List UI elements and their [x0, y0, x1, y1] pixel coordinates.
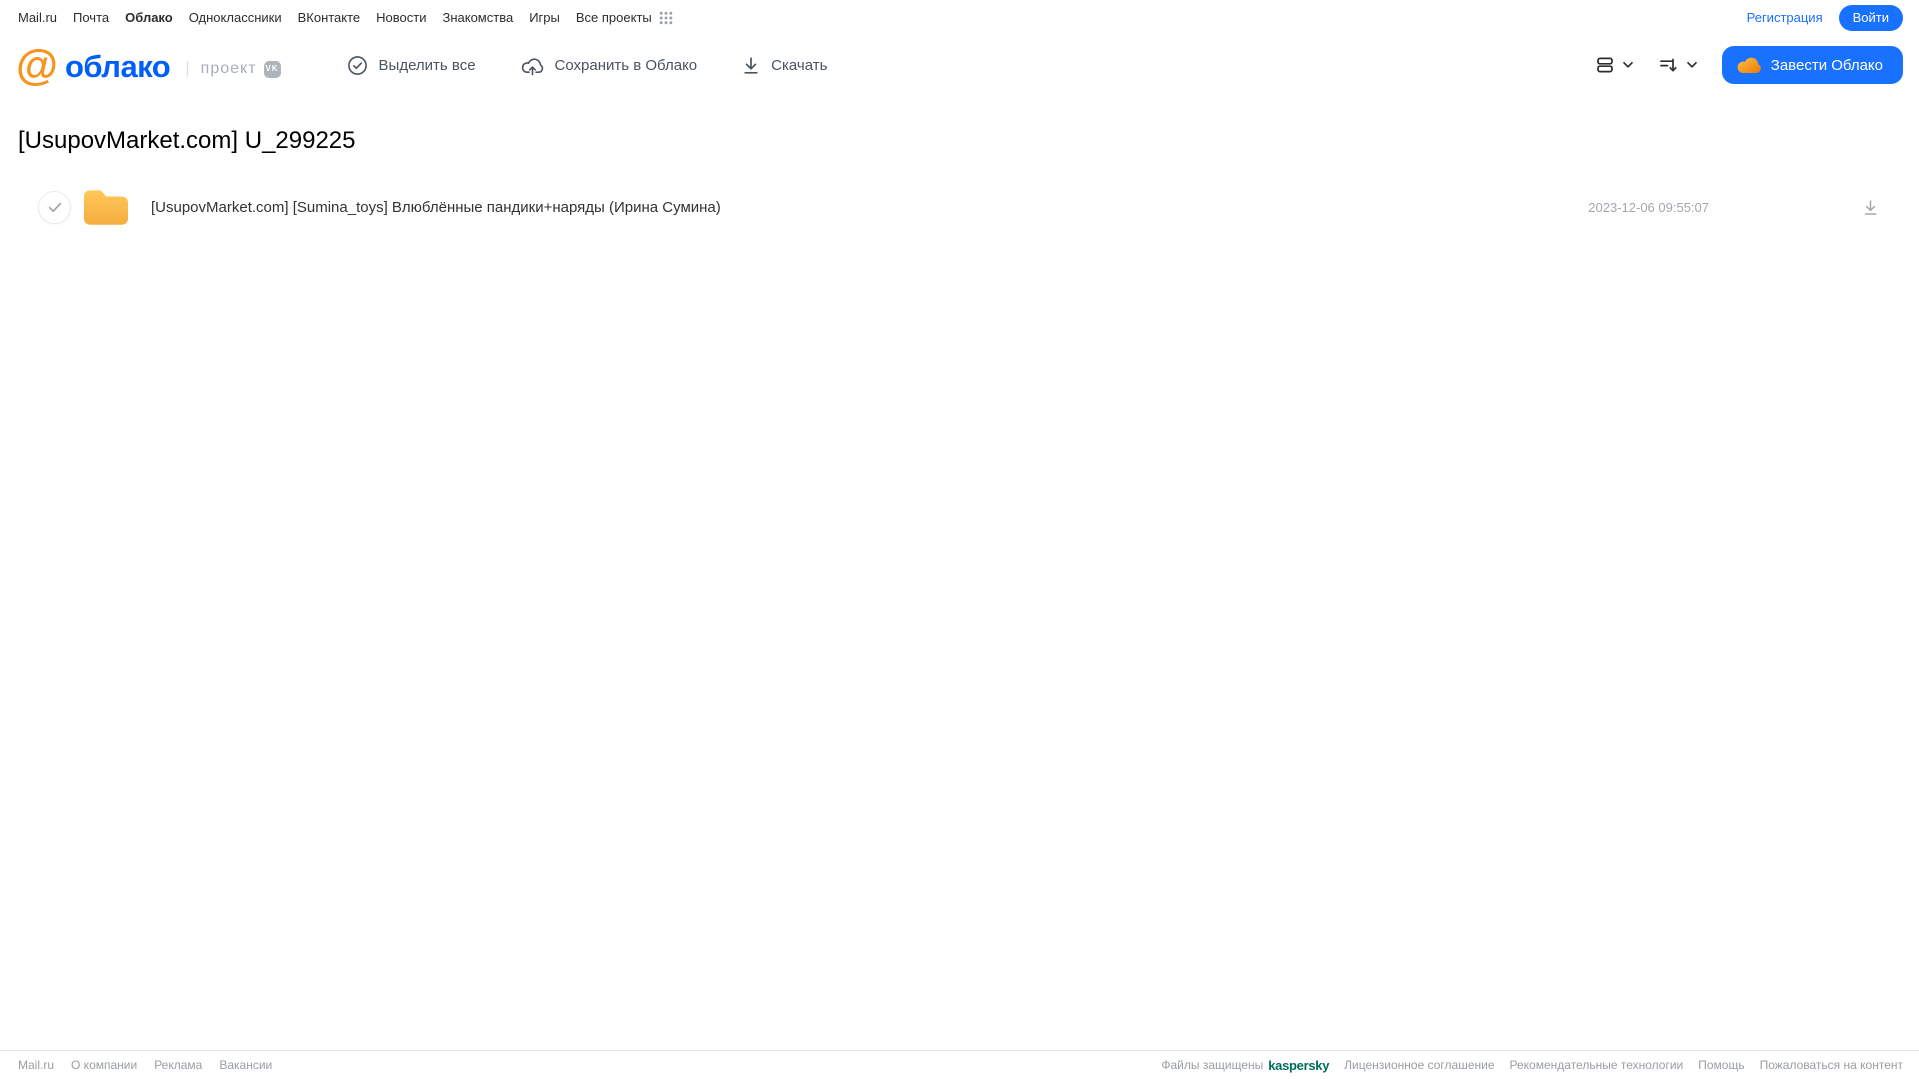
file-toolbar: Выделить все Сохранить в Облако Скачать — [347, 55, 827, 76]
login-button[interactable]: Войти — [1838, 4, 1903, 31]
footer-link-ads[interactable]: Реклама — [154, 1058, 202, 1072]
nav-item-vkontakte[interactable]: ВКонтакте — [298, 10, 361, 25]
check-circle-icon — [347, 55, 368, 76]
file-row[interactable]: [UsupovMarket.com] [Sumina_toys] Влюблён… — [18, 179, 1919, 235]
portal-nav-links: Mail.ru Почта Облако Одноклассники ВКонт… — [18, 10, 673, 25]
project-vk-label: проект VK — [201, 59, 281, 79]
select-all-button[interactable]: Выделить все — [347, 55, 476, 76]
nav-item-igry[interactable]: Игры — [529, 10, 560, 25]
get-cloud-label: Завести Облако — [1770, 56, 1883, 74]
page-footer: Mail.ru О компании Реклама Вакансии Файл… — [0, 1050, 1919, 1079]
save-to-cloud-button[interactable]: Сохранить в Облако — [521, 55, 698, 76]
save-to-cloud-label: Сохранить в Облако — [554, 56, 698, 74]
main-content: [UsupovMarket.com] U_299225 [UsupovMarke… — [0, 127, 1919, 235]
footer-left-links: Mail.ru О компании Реклама Вакансии — [18, 1058, 272, 1072]
cloud-upload-icon — [521, 55, 544, 76]
registration-link[interactable]: Регистрация — [1747, 10, 1823, 25]
file-name-link[interactable]: [UsupovMarket.com] [Sumina_toys] Влюблён… — [151, 199, 1588, 216]
cloud-logo[interactable]: @ облако | проект VK — [16, 41, 281, 89]
page-title: [UsupovMarket.com] U_299225 — [18, 127, 356, 154]
protected-label: Файлы защищены — [1161, 1058, 1264, 1072]
portal-nav-auth: Регистрация Войти — [1747, 4, 1903, 31]
download-icon — [742, 56, 760, 75]
file-date: 2023-12-06 09:55:07 — [1588, 199, 1709, 215]
nav-item-znakomstva[interactable]: Знакомства — [442, 10, 513, 25]
kaspersky-logo: kaspersky — [1268, 1057, 1330, 1073]
footer-link-recommendations[interactable]: Рекомендательные технологии — [1510, 1058, 1684, 1072]
vk-badge-icon: VK — [263, 60, 281, 78]
file-checkbox[interactable] — [38, 190, 71, 224]
view-mode-icon — [1595, 55, 1615, 75]
download-label: Скачать — [771, 56, 828, 74]
cloud-logo-icon — [1737, 56, 1761, 74]
cloud-header: @ облако | проект VK Выделить все Сохран… — [0, 33, 1919, 97]
folder-icon — [82, 188, 128, 227]
footer-link-license[interactable]: Лицензионное соглашение — [1344, 1058, 1494, 1072]
logo-divider: | — [185, 58, 190, 77]
nav-item-mailru[interactable]: Mail.ru — [18, 10, 57, 25]
nav-item-pochta[interactable]: Почта — [73, 10, 109, 25]
file-download-icon[interactable] — [1862, 199, 1879, 216]
project-label: проект — [200, 60, 257, 77]
footer-link-about[interactable]: О компании — [71, 1058, 137, 1072]
portal-navbar: Mail.ru Почта Облако Одноклассники ВКонт… — [0, 0, 1919, 33]
get-cloud-button[interactable]: Завести Облако — [1721, 46, 1903, 84]
header-right-controls: Завести Облако — [1595, 46, 1903, 84]
chevron-down-icon — [1686, 61, 1698, 69]
cloud-logo-text: облако — [64, 49, 171, 84]
grid-icon — [659, 11, 673, 25]
footer-link-mailru[interactable]: Mail.ru — [18, 1058, 54, 1072]
footer-link-jobs[interactable]: Вакансии — [219, 1058, 272, 1072]
sort-dropdown[interactable] — [1658, 55, 1698, 75]
download-button[interactable]: Скачать — [742, 56, 827, 75]
all-projects-label: Все проекты — [575, 10, 652, 25]
footer-link-help[interactable]: Помощь — [1698, 1058, 1744, 1072]
kaspersky-protected: Файлы защищены kaspersky — [1161, 1058, 1329, 1073]
footer-right-links: Файлы защищены kaspersky Лицензионное со… — [1161, 1058, 1903, 1073]
nav-item-novosti[interactable]: Новости — [376, 10, 426, 25]
chevron-down-icon — [1622, 61, 1634, 69]
nav-item-oblako[interactable]: Облако — [125, 10, 173, 25]
nav-item-all-projects[interactable]: Все проекты — [576, 10, 673, 25]
view-mode-dropdown[interactable] — [1595, 55, 1634, 75]
sort-icon — [1658, 55, 1679, 75]
footer-link-report[interactable]: Пожаловаться на контент — [1760, 1058, 1903, 1072]
mailru-at-icon: @ — [16, 41, 58, 89]
nav-item-odnoklassniki[interactable]: Одноклассники — [189, 10, 282, 25]
select-all-label: Выделить все — [378, 56, 476, 74]
